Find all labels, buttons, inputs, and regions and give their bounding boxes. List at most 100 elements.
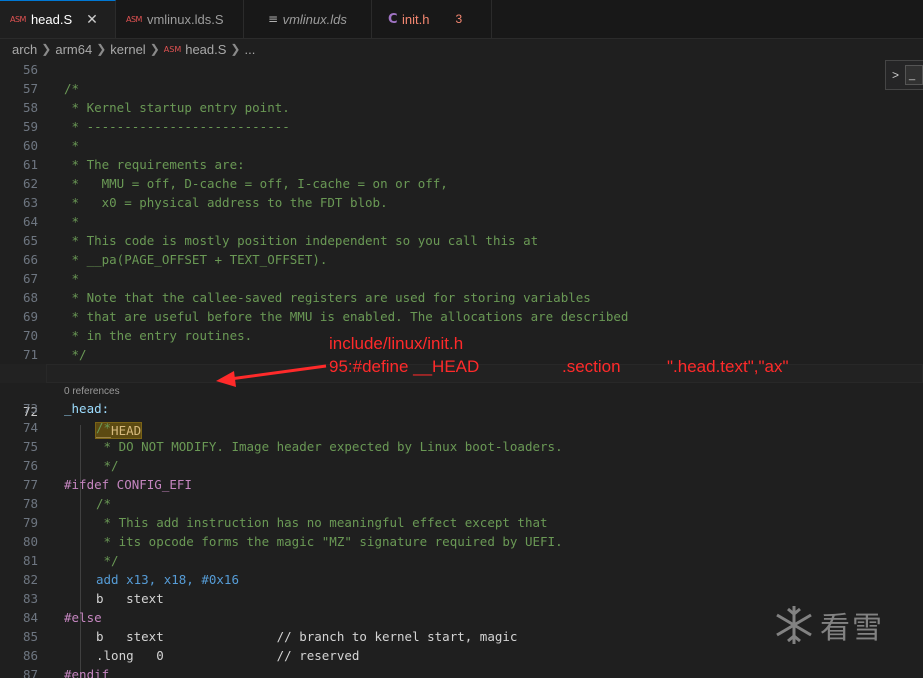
chevron-right-icon: ❯ [96,42,107,56]
line-text: * [64,138,80,153]
line-text: * that are useful before the MMU is enab… [64,309,629,324]
code-line: 69 * that are useful before the MMU is e… [0,307,923,326]
code-line: 63 * x0 = physical address to the FDT bl… [0,193,923,212]
code-line: 77 #ifdef CONFIG_EFI [0,475,923,494]
line-text: /* [96,496,112,511]
line-text: * Kernel startup entry point. [64,100,290,115]
line-number: 66 [22,252,38,267]
line-number: 81 [22,553,38,568]
line-text: * [64,271,80,286]
breadcrumb-item[interactable]: head.S [185,42,226,57]
line-number: 68 [22,290,38,305]
code-line: 68 * Note that the callee-saved register… [0,288,923,307]
chevron-right-icon: ❯ [41,42,52,56]
line-number: 64 [22,214,38,229]
tab-label: head.S [30,12,73,27]
annotation-define: 95:#define __HEAD [329,357,480,376]
line-text: /* [96,420,112,435]
tab-init-h[interactable]: C init.h 3 [372,0,492,38]
code-line: 60 * [0,136,923,155]
codelens-references[interactable]: 0 references [64,384,120,400]
breadcrumb: arch ❯ arm64 ❯ kernel ❯ ASM head.S ❯ ... [0,38,923,60]
line-text: * __pa(PAGE_OFFSET + TEXT_OFFSET). [64,252,328,267]
line-text: * Note that the callee-saved registers a… [64,290,591,305]
line-number: 71 [22,347,38,362]
asm-file-icon: ASM [163,44,182,54]
line-text: */ [64,347,87,362]
code-line: 73 _head: [0,399,923,418]
line-number: 82 [22,572,38,587]
code-line: 59 * --------------------------- [0,117,923,136]
line-number: 59 [22,119,38,134]
line-number: 70 [22,328,38,343]
code-line: 75 * DO NOT MODIFY. Image header expecte… [0,437,923,456]
code-line: 82 add x13, x18, #0x16 [0,570,923,589]
line-number: 80 [22,534,38,549]
close-icon[interactable]: ✕ [86,11,98,28]
line-text: * its opcode forms the magic "MZ" signat… [96,534,563,549]
line-number: 61 [22,157,38,172]
asm-file-icon: ASM [126,14,142,24]
annotation-section: .section [562,357,621,376]
editor-tab-bar: ASM head.S ✕ ASM vmlinux.lds.S ≡ vmlinux… [0,0,923,39]
watermark-logo: 看雪 [772,603,884,647]
tab-label: init.h [402,11,430,27]
line-text: * --------------------------- [64,119,290,134]
line-number: 84 [22,610,38,625]
code-line: 64 * [0,212,923,231]
breadcrumb-item[interactable]: arm64 [55,42,92,57]
line-text: * The requirements are: [64,157,245,172]
tab-label: vmlinux.lds [282,11,347,27]
code-line: 57 /* [0,79,923,98]
chevron-right-icon[interactable]: > [892,68,899,82]
line-number: 73 [22,401,38,416]
line-text: * MMU = off, D-cache = off, I-cache = on… [64,176,448,191]
line-number: 57 [22,81,38,96]
current-line-highlight [46,364,923,383]
line-text: */ [96,458,119,473]
line-text: b stext // branch to kernel start, magic [96,629,518,644]
line-number: 74 [22,420,38,435]
code-line: 58 * Kernel startup entry point. [0,98,923,117]
line-number: 65 [22,233,38,248]
code-line: 74 /* [0,418,923,437]
problem-count-badge: 3 [455,12,463,26]
line-number: 86 [22,648,38,663]
breadcrumb-item[interactable]: ... [244,42,255,57]
line-number: 62 [22,176,38,191]
annotation-arrow [216,364,327,387]
find-widget[interactable]: > _ [885,60,923,90]
code-line: 62 * MMU = off, D-cache = off, I-cache =… [0,174,923,193]
line-text: #ifdef CONFIG_EFI [64,477,192,492]
line-text: * This code is mostly position independe… [64,233,539,248]
tab-label: vmlinux.lds.S [146,11,224,27]
find-input[interactable]: _ [905,65,923,85]
line-text: add x13, x18, #0x16 [96,572,239,587]
line-text: b stext [96,591,164,606]
c-file-icon: C [388,11,398,27]
line-number: 76 [22,458,38,473]
breadcrumb-item[interactable]: kernel [110,42,145,57]
asm-file-icon: ASM [10,15,26,24]
code-line: 78 /* [0,494,923,513]
line-text: /* [64,81,80,96]
tab-vmlinux-lds[interactable]: ≡ vmlinux.lds [244,0,372,38]
chevron-right-icon: ❯ [149,42,160,56]
line-number: 58 [22,100,38,115]
line-number: 77 [22,477,38,492]
annotation-section-args: ".head.text","ax" [667,357,789,376]
line-number: 67 [22,271,38,286]
code-line: 81 */ [0,551,923,570]
breadcrumb-item[interactable]: arch [12,42,37,57]
line-text: #endif [64,667,110,678]
line-number: 85 [22,629,38,644]
annotation-include-path: include/linux/init.h [329,334,464,353]
line-number: 75 [22,439,38,454]
line-text: * [64,214,80,229]
tab-head-s[interactable]: ASM head.S ✕ [0,0,116,38]
code-line: 56 [0,60,923,79]
code-line: 61 * The requirements are: [0,155,923,174]
line-text: .long 0 // reserved [96,648,360,663]
chevron-right-icon: ❯ [230,42,241,56]
tab-vmlinux-lds-s[interactable]: ASM vmlinux.lds.S [116,0,244,38]
